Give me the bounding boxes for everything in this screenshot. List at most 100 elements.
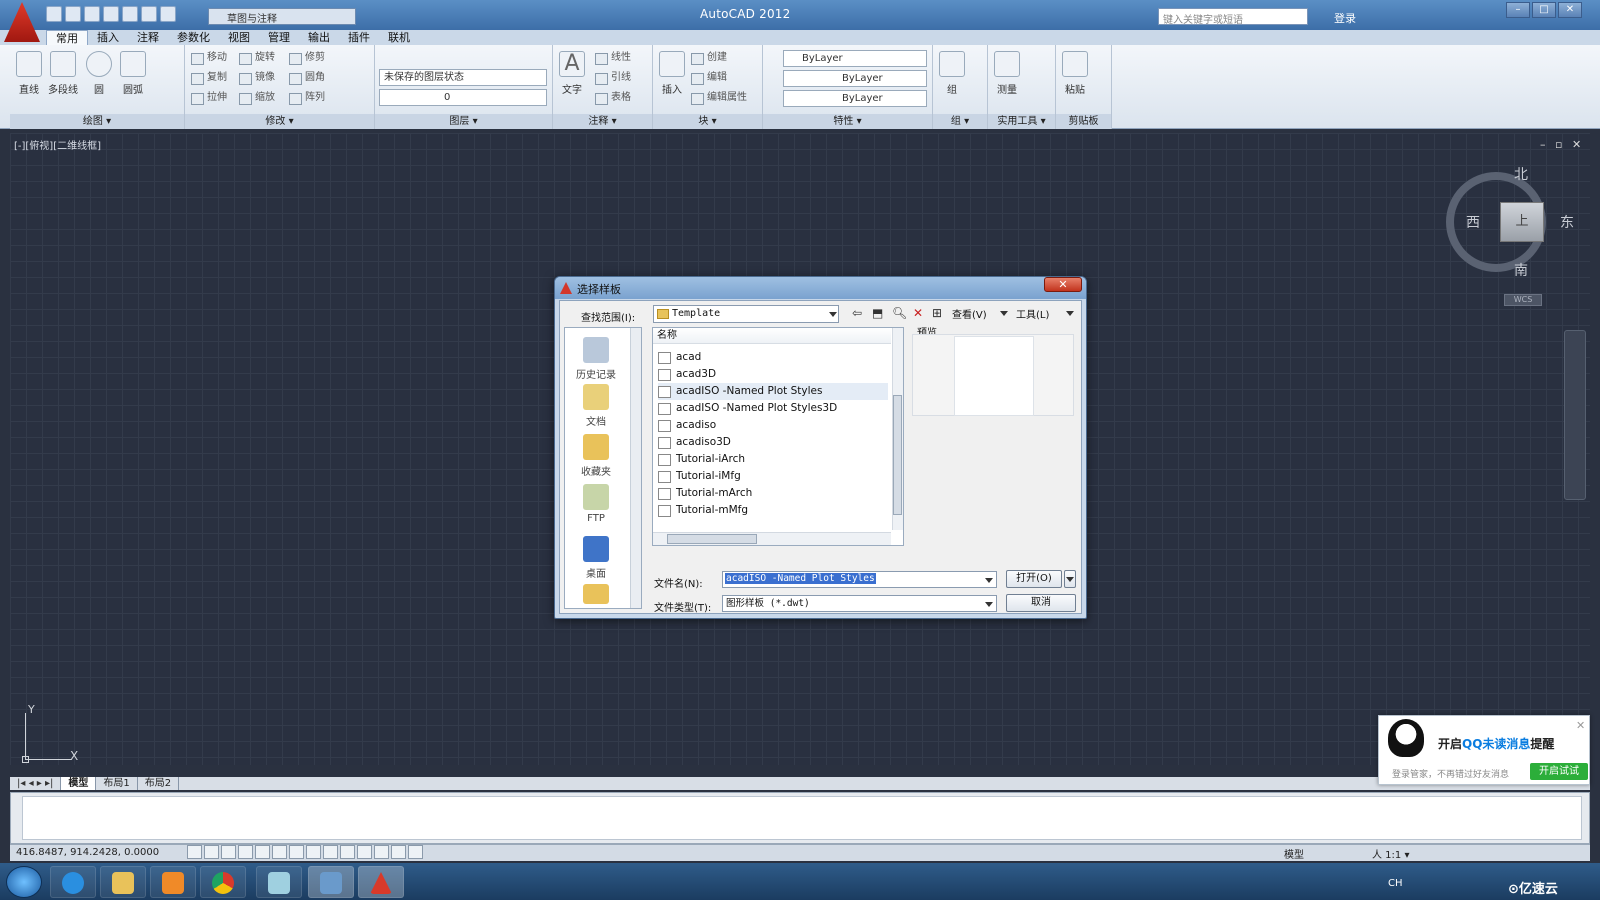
search-input[interactable]: 键入关键字或短语	[1158, 8, 1308, 26]
cancel-button[interactable]: 取消	[1006, 594, 1076, 612]
file-list-vertical-thumb[interactable]	[893, 395, 902, 515]
mirror-button[interactable]: 镜像	[237, 70, 275, 86]
plot-icon[interactable]	[122, 6, 138, 22]
tab-model[interactable]: 模型	[61, 777, 97, 790]
close-icon[interactable]: ✕	[1558, 2, 1582, 18]
open-button[interactable]: 打开(O)	[1006, 570, 1062, 588]
file-list-horizontal-thumb[interactable]	[667, 534, 757, 544]
line-button[interactable]: 直线	[14, 51, 44, 96]
wcs-menu[interactable]: WCS	[1504, 294, 1542, 306]
taskbar-explorer[interactable]	[100, 866, 146, 898]
maximize-icon[interactable]: □	[1532, 2, 1556, 18]
circle-button[interactable]: 圆	[84, 51, 114, 96]
look-in-select[interactable]: Template	[653, 305, 839, 323]
taskbar-chrome[interactable]	[200, 866, 246, 898]
compass-south-label[interactable]: 南	[1514, 260, 1528, 280]
taskbar-remote-desktop[interactable]	[308, 866, 354, 898]
layout-nav-arrows[interactable]: |◂ ◂ ▸ ▸|	[10, 777, 62, 790]
edit-block-button[interactable]: 编辑	[689, 70, 727, 86]
copy-button[interactable]: 复制	[189, 70, 227, 86]
chevron-down-icon[interactable]	[829, 312, 837, 317]
tab-layout2[interactable]: 布局2	[138, 777, 180, 790]
column-header-name[interactable]: 名称	[653, 328, 891, 344]
scale-button[interactable]: 缩放	[237, 90, 275, 106]
lineweight-select[interactable]: ByLayer	[783, 90, 927, 107]
qq-close-icon[interactable]: ✕	[1576, 719, 1585, 732]
infer-constraints-toggle[interactable]	[187, 845, 202, 859]
place-history[interactable]: 历史记录	[572, 337, 620, 381]
file-item[interactable]: Tutorial-iMfg	[658, 468, 741, 485]
undo-icon[interactable]	[141, 6, 157, 22]
compass-west-label[interactable]: 西	[1466, 212, 1480, 232]
tools-chevron-icon[interactable]	[1066, 311, 1074, 316]
filename-input[interactable]: acadISO -Named Plot Styles	[722, 571, 997, 588]
quick-properties-toggle[interactable]	[391, 845, 406, 859]
layers-panel-title[interactable]: 图层 ▾	[375, 114, 552, 129]
draw-panel-title[interactable]: 绘图 ▾	[10, 114, 184, 129]
coordinate-readout[interactable]: 416.8487, 914.2428, 0.0000	[16, 847, 159, 858]
filetype-chevron-icon[interactable]	[985, 602, 993, 607]
leader-button[interactable]: 引线	[593, 70, 631, 86]
viewport-label[interactable]: [-][俯视][二维线框]	[14, 137, 101, 152]
login-button[interactable]: 登录	[1334, 10, 1356, 26]
dialog-close-button[interactable]: ✕	[1044, 277, 1082, 292]
delete-icon[interactable]: ✕	[913, 306, 923, 320]
stretch-button[interactable]: 拉伸	[189, 90, 227, 106]
osnap-toggle[interactable]	[272, 845, 287, 859]
views-menu[interactable]: 查看(V)	[952, 306, 987, 321]
trim-button[interactable]: 修剪	[287, 50, 325, 66]
place-favorites[interactable]: 收藏夹	[572, 434, 620, 478]
up-folder-icon[interactable]: ⬒	[872, 306, 883, 320]
file-item-selected[interactable]: acadISO -Named Plot Styles	[658, 383, 888, 400]
layer-select[interactable]: 0	[379, 89, 547, 106]
tab-parametric[interactable]: 参数化	[168, 30, 219, 45]
array-button[interactable]: 阵列	[287, 90, 325, 106]
save-icon[interactable]	[84, 6, 100, 22]
language-indicator[interactable]: CH	[1388, 878, 1403, 889]
filetype-select[interactable]: 图形样板 (*.dwt)	[722, 595, 997, 612]
viewport-window-controls[interactable]: – ▫ ✕	[1540, 138, 1584, 151]
polar-toggle[interactable]	[255, 845, 270, 859]
tab-output[interactable]: 输出	[299, 30, 339, 45]
model-space-button[interactable]: 模型	[1284, 846, 1304, 861]
arc-button[interactable]: 圆弧	[118, 51, 148, 96]
ducs-toggle[interactable]	[323, 845, 338, 859]
navigation-bar[interactable]	[1564, 330, 1586, 500]
layer-state-select[interactable]: 未保存的图层状态	[379, 69, 547, 86]
annotation-panel-title[interactable]: 注释 ▾	[553, 114, 652, 129]
file-item[interactable]: acadiso	[658, 417, 716, 434]
tools-menu[interactable]: 工具(L)	[1016, 306, 1049, 321]
start-button[interactable]	[6, 866, 42, 898]
measure-button[interactable]: 测量	[992, 51, 1022, 96]
compass-north-label[interactable]: 北	[1514, 164, 1528, 184]
taskbar-ie[interactable]	[50, 866, 96, 898]
dyn-toggle[interactable]	[340, 845, 355, 859]
group-button[interactable]: 组	[937, 51, 967, 96]
ortho-toggle[interactable]	[238, 845, 253, 859]
filename-chevron-icon[interactable]	[985, 578, 993, 583]
edit-attributes-button[interactable]: 编辑属性	[689, 90, 747, 106]
tab-annotate[interactable]: 注释	[128, 30, 168, 45]
file-item[interactable]: Tutorial-iArch	[658, 451, 745, 468]
tab-insert[interactable]: 插入	[88, 30, 128, 45]
place-ftp[interactable]: FTP	[572, 484, 620, 524]
viewcube-top-face[interactable]: 上	[1500, 202, 1544, 242]
create-block-button[interactable]: 创建	[689, 50, 727, 66]
new-icon[interactable]	[46, 6, 62, 22]
places-scrollbar[interactable]	[630, 328, 641, 608]
redo-icon[interactable]	[160, 6, 176, 22]
save-as-icon[interactable]	[103, 6, 119, 22]
command-input[interactable]	[22, 796, 1582, 840]
text-button[interactable]: A 文字	[557, 51, 587, 96]
place-documents[interactable]: 文档	[572, 384, 620, 428]
search-web-icon[interactable]: 🔍︎	[892, 306, 907, 320]
annotation-scale-select[interactable]: 人 1:1 ▾	[1372, 846, 1409, 861]
dialog-title-bar[interactable]	[555, 277, 1086, 299]
file-item[interactable]: Tutorial-mMfg	[658, 502, 748, 519]
file-item[interactable]: Tutorial-mArch	[658, 485, 752, 502]
selection-cycling-toggle[interactable]	[408, 845, 423, 859]
taskbar-media-player[interactable]	[150, 866, 196, 898]
tab-layout1[interactable]: 布局1	[96, 777, 138, 790]
move-button[interactable]: 移动	[189, 50, 227, 66]
file-item[interactable]: acad	[658, 349, 701, 366]
